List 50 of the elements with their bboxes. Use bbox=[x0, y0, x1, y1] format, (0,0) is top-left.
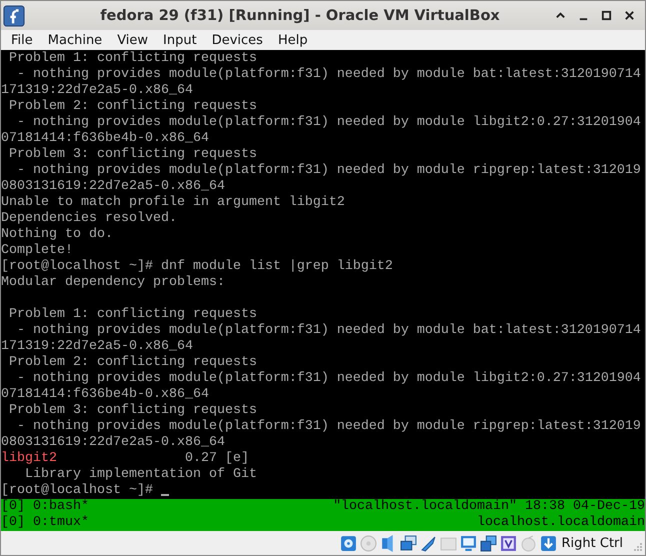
arrow-down-icon[interactable] bbox=[540, 534, 556, 552]
terminal-line: Problem 3: conflicting requests bbox=[8, 147, 257, 162]
windows-icon[interactable] bbox=[480, 534, 496, 552]
terminal-line: 07181414:f636be4b-0.x86_64 bbox=[1, 131, 209, 146]
tmux-window-label: [0] 0:tmux* bbox=[1, 515, 89, 531]
chip-icon[interactable] bbox=[500, 534, 516, 552]
terminal-line: 0803131619:22d7e2a5-0.x86_64 bbox=[1, 179, 225, 194]
terminal-line: [root@localhost ~]# dnf module list |grep libgit2 bbox=[1, 259, 393, 274]
terminal-line: Problem 2: conflicting requests bbox=[8, 355, 257, 370]
menu-item[interactable]: Devices bbox=[212, 32, 272, 48]
terminal-line: 0803131619:22d7e2a5-0.x86_64 bbox=[1, 435, 225, 450]
terminal-line: Problem 2: conflicting requests bbox=[8, 99, 257, 114]
terminal-line: - nothing provides module(platform:f31) needed by module bat:latest:3120190714 bbox=[16, 67, 641, 82]
menu-item[interactable]: Help bbox=[278, 32, 317, 48]
terminal-line: - nothing provides module(platform:f31) needed by module ripgrep:latest:312019 bbox=[16, 163, 641, 178]
terminal-match-text: libgit2 bbox=[1, 451, 57, 466]
terminal-line: - nothing provides module(platform:f31) needed by module libgit2:0.27:31201904 bbox=[16, 371, 641, 386]
terminal-line: Problem 1: conflicting requests bbox=[8, 307, 257, 322]
terminal-prompt: [root@localhost ~]# bbox=[1, 483, 154, 498]
cursor bbox=[160, 494, 169, 496]
terminal-line: Nothing to do. bbox=[1, 227, 113, 242]
close-icon[interactable] bbox=[624, 10, 635, 21]
terminal-line: 171319:22d7e2a5-0.x86_64 bbox=[1, 339, 193, 354]
maximize-icon[interactable] bbox=[601, 10, 612, 21]
terminal-line: Problem 3: conflicting requests bbox=[8, 403, 257, 418]
terminal-line: 0.27 [e] bbox=[184, 451, 249, 466]
terminal-line: Problem 1: conflicting requests bbox=[8, 51, 257, 66]
menu-item[interactable]: Machine bbox=[48, 32, 112, 48]
terminal-line: 171319:22d7e2a5-0.x86_64 bbox=[1, 83, 193, 98]
terminal-line: 07181414:f636be4b-0.x86_64 bbox=[1, 387, 209, 402]
terminal-line: Unable to match profile in argument libgit2 bbox=[1, 195, 345, 210]
window-title: fedora 29 (f31) [Running] - Oracle VM VirtualBox bbox=[99, 8, 501, 24]
terminal-line: - nothing provides module(platform:f31) needed by module libgit2:0.27:31201904 bbox=[16, 115, 641, 130]
terminal-line: Modular dependency problems: bbox=[1, 275, 225, 290]
terminal-line: - nothing provides module(platform:f31) needed by module bat:latest:3120190714 bbox=[16, 323, 641, 338]
tmux-host-label: localhost.localdomain bbox=[477, 515, 645, 531]
menu-item[interactable]: File bbox=[11, 32, 42, 48]
terminal-line: Complete! bbox=[1, 243, 73, 258]
terminal-line: Library implementation of Git bbox=[24, 467, 257, 482]
fedora-logo-icon bbox=[3, 4, 25, 26]
menu-item[interactable]: View bbox=[117, 32, 158, 48]
monitor-icon[interactable] bbox=[460, 534, 476, 552]
host-key-label: Right Ctrl bbox=[562, 536, 623, 550]
tmux-window-label: [0] 0:bash* bbox=[1, 499, 89, 515]
terminal-line: - nothing provides module(platform:f31) needed by module ripgrep:latest:312019 bbox=[16, 419, 641, 434]
resize-grip-icon[interactable] bbox=[631, 541, 643, 553]
terminal-line: Dependencies resolved. bbox=[1, 211, 177, 226]
network-icon[interactable] bbox=[400, 534, 416, 552]
tmux-host-label: "localhost.localdomain" 18:38 04-Dec-19 bbox=[333, 499, 645, 515]
menu-item[interactable]: Input bbox=[163, 32, 206, 48]
